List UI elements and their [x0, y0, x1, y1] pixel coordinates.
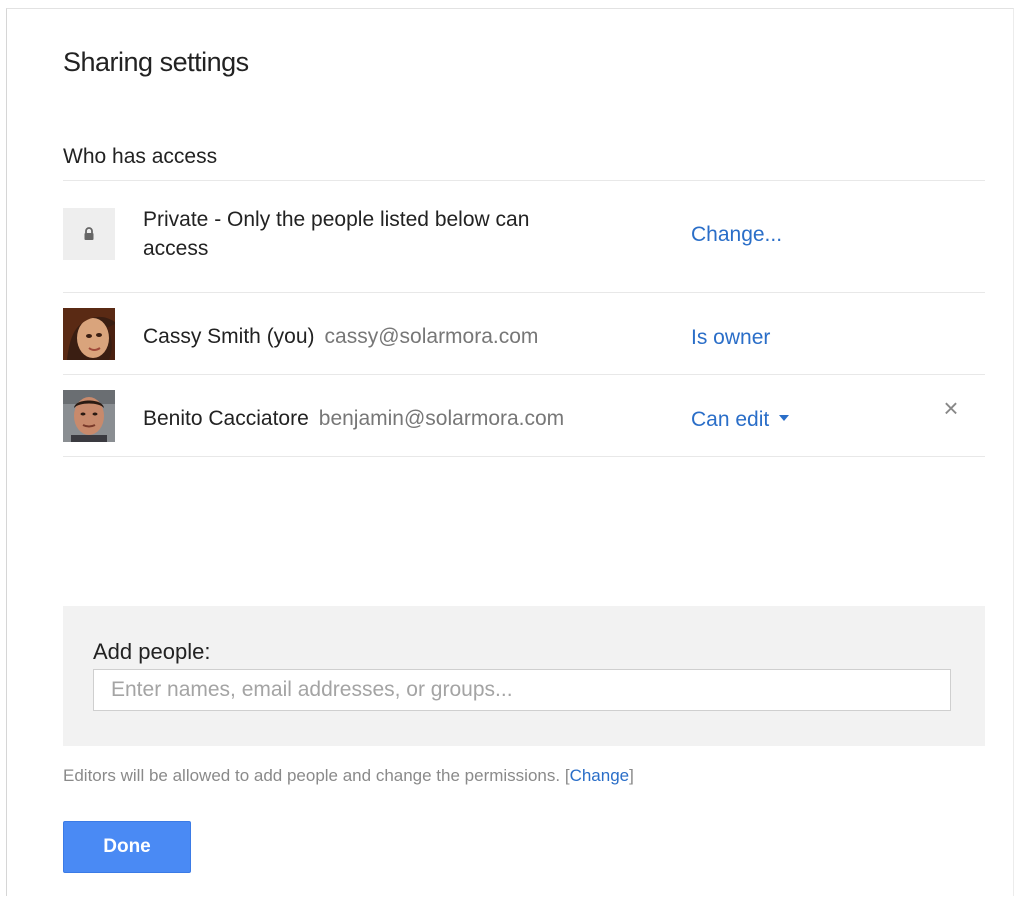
editor-permissions-note: Editors will be allowed to add people an… [63, 766, 634, 786]
add-people-input[interactable] [93, 669, 951, 711]
caret-down-icon [779, 415, 790, 422]
lock-icon-container [63, 208, 115, 260]
person-name: Cassy Smith (you) [143, 325, 315, 348]
person-name: Benito Cacciatore [143, 407, 309, 430]
person-email: benjamin@solarmora.com [318, 407, 565, 430]
avatar-photo [63, 390, 115, 442]
lock-icon [84, 227, 94, 240]
add-people-panel: Add people: [63, 606, 985, 746]
access-description-line2: access [143, 237, 209, 260]
avatar [63, 308, 115, 360]
person-row-benito: Benito Cacciatore benjamin@solarmora.com … [63, 375, 985, 457]
sharing-dialog: Sharing settings Who has access Private … [6, 8, 1014, 896]
person-info: Benito Cacciatore benjamin@solarmora.com [143, 404, 564, 433]
access-description: Private - Only the people listed below c… [143, 205, 529, 263]
person-row-cassy: Cassy Smith (you) cassy@solarmora.com Is … [63, 293, 985, 375]
note-text: Editors will be allowed to add people an… [63, 766, 561, 785]
access-description-line1: Private - Only the people listed below c… [143, 208, 530, 231]
role-label: Is owner [691, 326, 771, 349]
permission-dropdown[interactable]: Can edit [691, 408, 790, 432]
add-people-label: Add people: [93, 639, 211, 664]
divider [63, 456, 985, 457]
change-access-link[interactable]: Change... [691, 223, 782, 247]
avatar-photo [63, 308, 115, 360]
avatar [63, 390, 115, 442]
person-info: Cassy Smith (you) cassy@solarmora.com [143, 322, 538, 351]
done-button[interactable]: Done [63, 821, 191, 873]
change-permissions-link[interactable]: Change [570, 766, 630, 785]
who-has-access-heading: Who has access [63, 145, 218, 168]
person-email: cassy@solarmora.com [324, 325, 539, 348]
close-icon[interactable]: × [940, 395, 962, 421]
note-bracket-close: ] [629, 766, 634, 785]
dialog-title: Sharing settings [63, 47, 249, 77]
permission-dropdown-label: Can edit [691, 408, 770, 431]
access-level-row: Private - Only the people listed below c… [63, 181, 985, 263]
